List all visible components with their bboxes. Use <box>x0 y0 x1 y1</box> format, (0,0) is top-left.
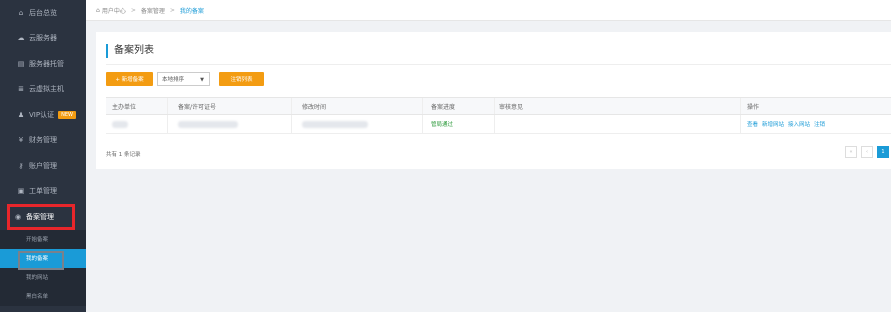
column-header: 审核意见 <box>499 103 524 111</box>
add-record-button[interactable]: + 新增备案 <box>106 72 153 86</box>
sidebar-item-label: 工单管理 <box>29 187 57 196</box>
actions-cell: 查看 新增网站 接入网站 注销 <box>747 115 829 133</box>
column-divider <box>167 98 168 114</box>
sidebar-item-label: 云虚拟主机 <box>29 85 64 94</box>
submenu-item-my-websites[interactable]: 我的网站 <box>0 268 86 287</box>
column-divider <box>422 115 423 133</box>
sidebar-item-virtual-host[interactable]: ≣ 云虚拟主机 <box>0 77 86 103</box>
sidebar-item-record-management[interactable]: ◉ 备案管理 <box>7 204 75 230</box>
submenu-item-blacklist[interactable]: 黑白名单 <box>0 287 86 306</box>
status-badge: 管局通过 <box>431 122 454 128</box>
yen-icon: ¥ <box>18 136 24 145</box>
breadcrumb-item-record-management[interactable]: 备案管理 <box>141 6 165 15</box>
column-divider <box>291 98 292 114</box>
column-divider <box>740 98 741 114</box>
sidebar-item-label: VIP认证 <box>29 110 55 119</box>
record-submenu: 开始备案 我的备案 我的网站 黑白名单 <box>0 229 86 306</box>
sidebar-item-cloud-server[interactable]: ☁ 云服务器 <box>0 26 86 52</box>
virtual-host-icon: ≣ <box>18 85 24 94</box>
page-title: 备案列表 <box>106 44 154 58</box>
home-icon: ⌂ <box>96 6 100 14</box>
sidebar-item-label: 云服务器 <box>29 34 57 43</box>
table-row: 管局通过 查看 新增网站 接入网站 注销 <box>106 115 891 134</box>
sidebar-item-label: 财务管理 <box>29 136 57 145</box>
column-divider <box>422 98 423 114</box>
sidebar-item-label: 服务器托管 <box>29 59 64 68</box>
sidebar-item-hosting[interactable]: ▤ 服务器托管 <box>0 51 86 77</box>
cancel-link[interactable]: 注销 <box>814 120 825 128</box>
column-divider <box>740 115 741 133</box>
new-badge: NEW <box>58 110 76 119</box>
cloud-icon: ☁ <box>17 34 25 43</box>
pagination: « ‹ 1 <box>845 146 889 158</box>
first-page-button[interactable]: « <box>845 146 857 158</box>
access-website-link[interactable]: 接入网站 <box>788 120 810 128</box>
breadcrumb-separator: > <box>169 6 175 14</box>
sidebar-item-account[interactable]: ⚷ 账户管理 <box>0 153 86 179</box>
sort-select-value: 本地排序 <box>162 77 185 83</box>
sidebar: ⌂ 后台总览 ☁ 云服务器 ▤ 服务器托管 ≣ 云虚拟主机 ♟ VIP认证 NE… <box>0 0 86 312</box>
add-website-link[interactable]: 新增网站 <box>762 120 784 128</box>
sidebar-item-label: 账户管理 <box>29 161 57 170</box>
submenu-item-my-records[interactable]: 我的备案 <box>0 248 86 270</box>
record-count: 共有 1 条记录 <box>106 152 141 158</box>
organizer-cell <box>112 115 128 133</box>
column-header: 主办单位 <box>112 103 137 111</box>
prev-page-button[interactable]: ‹ <box>861 146 873 158</box>
sidebar-item-finance[interactable]: ¥ 财务管理 <box>0 128 86 154</box>
sidebar-item-overview[interactable]: ⌂ 后台总览 <box>0 0 86 26</box>
breadcrumb-separator: > <box>130 6 136 14</box>
column-divider <box>167 115 168 133</box>
sort-select[interactable]: 本地排序 ▼ <box>157 72 210 86</box>
record-table: 主办单位 备案/许可证号 修改时间 备案进度 审核意见 操作 管局通过 查看 新 <box>106 97 891 134</box>
record-list-panel: 备案列表 + 新增备案 本地排序 ▼ 注销列表 主办单位 备案/许可证号 修改时… <box>96 32 891 169</box>
column-divider <box>494 98 495 114</box>
column-divider <box>291 115 292 133</box>
sidebar-item-label: 备案管理 <box>26 212 54 221</box>
sidebar-item-label: 后台总览 <box>29 8 57 17</box>
ticket-icon: ▣ <box>17 187 25 196</box>
column-header: 修改时间 <box>302 103 327 111</box>
submenu-item-start-record[interactable]: 开始备案 <box>0 230 86 249</box>
record-icon: ◉ <box>14 212 22 221</box>
column-header: 备案/许可证号 <box>178 103 217 111</box>
breadcrumb-item-my-records: 我的备案 <box>179 7 204 15</box>
license-number-cell <box>178 115 238 133</box>
table-header: 主办单位 备案/许可证号 修改时间 备案进度 审核意见 操作 <box>106 97 891 115</box>
column-header: 备案进度 <box>431 103 456 111</box>
sidebar-item-vip[interactable]: ♟ VIP认证 NEW <box>0 102 86 128</box>
cancel-list-button[interactable]: 注销列表 <box>219 72 264 86</box>
key-icon: ⚷ <box>18 161 24 170</box>
sidebar-item-tickets[interactable]: ▣ 工单管理 <box>0 179 86 205</box>
page-1-button[interactable]: 1 <box>877 146 889 158</box>
divider <box>106 64 891 65</box>
modified-time-cell <box>302 115 368 133</box>
chevron-down-icon: ▼ <box>200 77 204 83</box>
view-link[interactable]: 查看 <box>747 120 758 128</box>
column-divider <box>494 115 495 133</box>
breadcrumb: ⌂ 用户中心 > 备案管理 > 我的备案 <box>86 0 891 21</box>
server-icon: ▤ <box>17 59 25 68</box>
user-icon: ♟ <box>17 110 25 119</box>
home-icon: ⌂ <box>18 8 24 17</box>
breadcrumb-item-user-center[interactable]: 用户中心 <box>102 6 126 15</box>
column-header: 操作 <box>747 103 760 111</box>
